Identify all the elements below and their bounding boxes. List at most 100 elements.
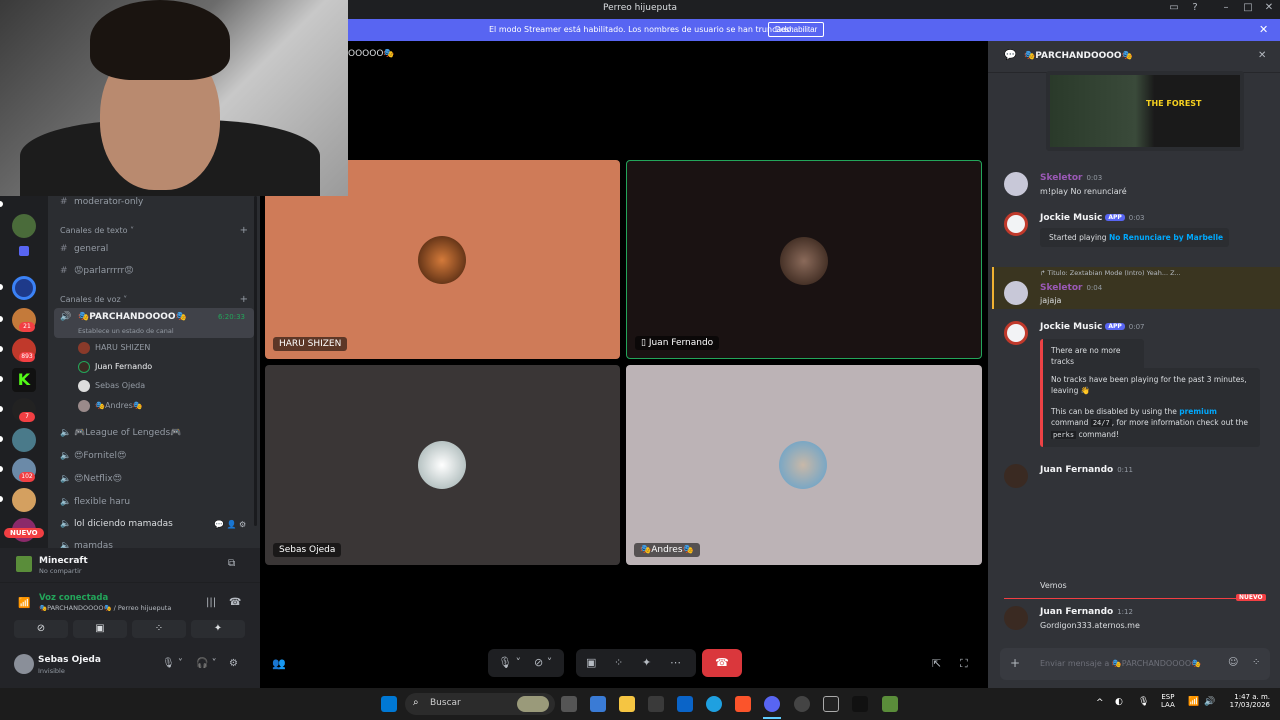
message-author[interactable]: Jockie Music APP 0:03 [1040,213,1145,223]
active-voice-channel[interactable]: 🔊 🎭PARCHANDOOOO🎭 Establece un estado de … [54,308,254,338]
participant-tile[interactable]: 🎭Andres🎭 [626,365,982,565]
camera-button[interactable]: ⊘ [14,620,68,638]
add-channel-icon[interactable]: + [240,225,248,236]
voice-channel[interactable]: 🔈 😍Fornitel😍 [60,446,126,466]
voice-location[interactable]: 🎭PARCHANDOOOO🎭 / Perreo hijueputa [39,604,171,612]
soundboard-icon[interactable]: ✦ [642,656,651,669]
emoji-icon[interactable]: ☺ [1228,657,1238,668]
voice-channel[interactable]: 🔈 😍Netflix😍 [60,469,122,489]
voice-category[interactable]: Canales de voz ˅ [60,295,127,304]
help-icon[interactable]: ? [1187,2,1203,13]
stream-icon[interactable]: ⧉ [228,558,235,569]
chat-input[interactable]: + Enviar mensaje a 🎭PARCHANDOOOO🎭 ☺ ⁘ [1000,648,1270,680]
user-name[interactable]: Sebas Ojeda [38,655,101,665]
reply-preview[interactable]: ↱ Titulo: Zextabian Mode (Intro) Yeah...… [1040,269,1181,277]
avatar[interactable] [14,654,34,674]
screen-share-icon[interactable]: ▣ [586,656,596,669]
capcut-icon[interactable] [823,696,839,712]
kick-server-icon[interactable]: K [12,368,36,392]
avatar[interactable] [1004,464,1028,488]
server-icon[interactable] [12,428,36,452]
nuevo-badge[interactable]: NUEVO [4,528,44,538]
mic-control[interactable]: 🎙 ˅ ⊘ ˅ [488,649,564,677]
activities-icon[interactable]: ⁘ [614,656,623,669]
microphone-icon[interactable]: 🎙 ˅ [162,658,183,669]
activities-button[interactable]: ⁘ [132,620,186,638]
close-window-icon[interactable]: ✕ [1261,2,1277,13]
start-icon[interactable] [381,696,397,712]
gear-icon[interactable]: ⚙ [229,658,238,669]
sidebar-scrollbar[interactable] [254,196,257,526]
server-icon[interactable] [19,246,29,256]
add-attachment-icon[interactable]: + [1010,656,1020,670]
message-author[interactable]: Jockie Music APP 0:07 [1040,322,1145,332]
stage-controls[interactable]: ▣ ⁘ ✦ ⋯ [576,649,696,677]
server-icon[interactable] [12,214,36,238]
server-icon[interactable] [12,276,36,300]
inbox-icon[interactable]: ▭ [1166,2,1182,13]
message-author[interactable]: Skeletor 0:04 [1040,283,1102,293]
volume-icon[interactable]: 🔊 [1204,697,1215,707]
disable-streamer-button[interactable]: Deshabilitar [768,22,825,37]
voice-user[interactable]: Sebas Ojeda [78,377,145,395]
more-icon[interactable]: ⋯ [670,656,681,669]
voice-user[interactable]: HARU SHIZEN [78,339,150,357]
minimize-icon[interactable]: – [1218,2,1234,13]
channel-general[interactable]: # general [60,239,108,259]
tray-mic-icon[interactable]: 🎙 [1138,697,1149,707]
maximize-icon[interactable]: □ [1240,2,1256,13]
noise-suppression-icon[interactable]: ||| [206,597,216,608]
fullscreen-icon[interactable]: ⛶ [960,657,968,671]
edge-icon[interactable] [706,696,722,712]
language-indicator[interactable]: ESP LAA [1161,693,1175,709]
avatar[interactable] [1004,606,1028,630]
tray-app-icon[interactable]: ◐ [1115,697,1123,707]
tiktok-icon[interactable] [852,696,868,712]
close-icon[interactable]: ✕ [1258,50,1266,61]
store-icon[interactable] [648,696,664,712]
clock[interactable]: 1:47 a. m. 17/03/2026 [1226,693,1270,709]
track-link[interactable]: No Renunciare by Marbelle [1109,233,1223,242]
copilot-icon[interactable] [590,696,606,712]
premium-link[interactable]: premium [1179,407,1217,416]
message-author[interactable]: Skeletor 0:03 [1040,173,1102,183]
popout-icon[interactable]: ⇱ [932,657,941,670]
channel-actions[interactable]: 💬 👤 ⚙ [214,520,246,529]
obs-icon[interactable] [794,696,810,712]
apps-icon[interactable]: ⁘ [1252,657,1260,668]
channel-moderator-only[interactable]: # moderator-only [60,196,143,212]
mail-icon[interactable] [677,696,693,712]
wifi-icon[interactable]: 📶 [1188,697,1199,707]
brave-icon[interactable] [735,696,751,712]
text-category[interactable]: Canales de texto ˅ [60,226,134,235]
minecraft-taskbar-icon[interactable] [882,696,898,712]
participant-tile[interactable]: ▯ Juan Fernando [626,160,982,359]
avatar[interactable] [1004,172,1028,196]
message-author[interactable]: Juan Fernando 1:12 [1040,607,1133,617]
server-icon[interactable] [12,488,36,512]
disconnect-button[interactable]: ☎ [702,649,742,677]
voice-channel[interactable]: 🔈 lol diciendo mamadas [60,514,173,534]
voice-channel[interactable]: 🔈 🎮League of Lengeds🎮 [60,423,181,443]
close-icon[interactable]: ✕ [1259,23,1268,36]
add-channel-icon[interactable]: + [240,294,248,305]
channel-parlar[interactable]: # 😡parlarrrrr😡 [60,261,134,281]
voice-channel[interactable]: 🔈 flexible haru [60,492,130,512]
message-author[interactable]: Juan Fernando 0:11 [1040,465,1133,475]
disconnect-icon[interactable]: ☎ [229,597,241,608]
voice-channel[interactable]: 🔈 mamdas [60,536,113,548]
channel-status[interactable]: Establece un estado de canal [78,327,174,335]
invite-icon[interactable]: 👥 [272,657,286,670]
participant-tile[interactable]: Sebas Ojeda [265,365,620,565]
soundboard-button[interactable]: ✦ [191,620,245,638]
screen-share-button[interactable]: ▣ [73,620,127,638]
discord-icon[interactable] [764,696,780,712]
avatar[interactable] [1004,321,1028,345]
file-explorer-icon[interactable] [619,696,635,712]
voice-user[interactable]: 🎭Andres🎭 [78,397,143,415]
voice-user[interactable]: Juan Fernando [78,358,152,376]
headphones-icon[interactable]: 🎧 ˅ [196,658,217,669]
taskbar-search[interactable]: ⌕ Buscar [405,693,555,715]
game-image[interactable]: THE FOREST [1046,71,1244,151]
tray-chevron-icon[interactable]: ^ [1096,698,1104,708]
